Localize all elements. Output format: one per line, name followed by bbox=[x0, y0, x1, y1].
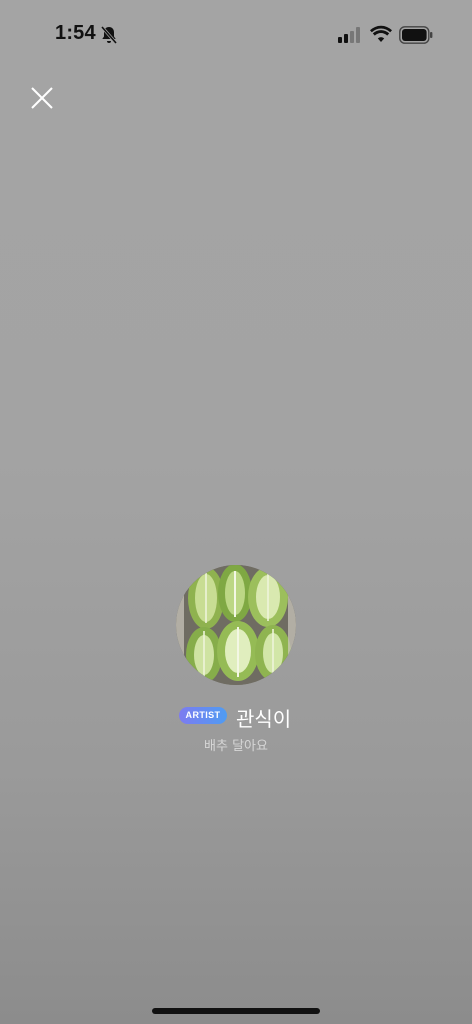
artist-badge: ARTIST bbox=[179, 707, 227, 724]
bell-slash-icon bbox=[100, 26, 118, 44]
status-time: 1:54 bbox=[55, 22, 96, 44]
status-message: 배추 달아요 bbox=[204, 739, 268, 754]
cabbage-photo bbox=[176, 565, 296, 685]
close-button[interactable] bbox=[27, 83, 57, 113]
wifi-icon bbox=[370, 25, 392, 42]
avatar[interactable] bbox=[176, 565, 296, 685]
home-indicator[interactable] bbox=[152, 1008, 320, 1014]
cellular-signal-icon bbox=[338, 27, 360, 43]
close-icon bbox=[31, 87, 53, 109]
name-row: ARTIST 관식이 bbox=[0, 703, 472, 731]
status-bar: 1:54 bbox=[0, 0, 472, 70]
battery-icon bbox=[399, 26, 433, 44]
artist-name: 관식이 bbox=[236, 707, 292, 731]
